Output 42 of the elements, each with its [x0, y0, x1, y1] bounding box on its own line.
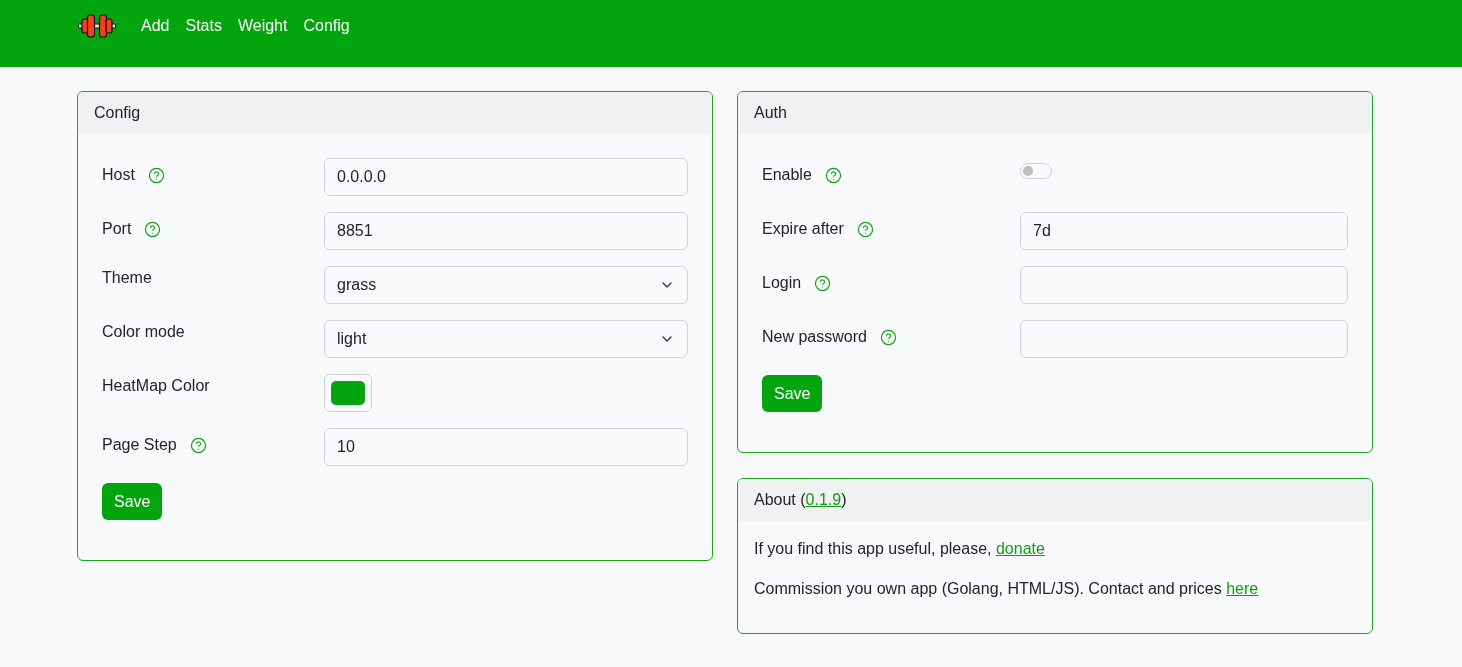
about-text: If you find this app useful, please, donate [754, 539, 1046, 559]
field-label: Login [762, 273, 802, 293]
text-link[interactable]: here [1226, 580, 1259, 597]
help-icon[interactable] [147, 166, 165, 184]
text-link[interactable]: donate [995, 540, 1045, 557]
card-title: Config [94, 103, 141, 123]
password-field[interactable] [1020, 320, 1348, 358]
field-label: Expire after [762, 219, 844, 239]
card-title: Auth [754, 103, 787, 123]
color-picker[interactable] [324, 374, 372, 412]
text-field[interactable] [1020, 266, 1348, 304]
help-icon[interactable] [189, 436, 207, 454]
select-field[interactable]: light [324, 320, 688, 358]
field-label: Enable [762, 165, 812, 185]
nav-link[interactable]: Weight [229, 14, 296, 38]
help-icon[interactable] [856, 220, 874, 238]
field-label: Host [102, 165, 135, 185]
text-field[interactable]: 8851 [324, 212, 688, 250]
nav-link[interactable]: Stats [177, 14, 230, 38]
field-label: Page Step [102, 435, 177, 455]
field-label: New password [762, 327, 867, 347]
select-field[interactable]: grass [324, 266, 688, 304]
card-title: About (0.1.9) [754, 490, 847, 510]
field-label: HeatMap Color [102, 376, 210, 396]
text-link[interactable]: 0.1.9 [805, 491, 842, 508]
help-icon[interactable] [879, 328, 897, 346]
toggle-switch[interactable] [1020, 163, 1052, 179]
field-label: Color mode [102, 322, 185, 342]
field-label: Port [102, 219, 132, 239]
help-icon[interactable] [144, 220, 162, 238]
help-icon[interactable] [824, 166, 842, 184]
text-field[interactable]: 10 [324, 428, 688, 466]
about-text: Commission you own app (Golang, HTML/JS). Contact and prices here [754, 579, 1260, 599]
dumbbell-icon[interactable] [78, 14, 116, 38]
nav-link[interactable]: Config [295, 14, 358, 38]
save-button[interactable]: Save [762, 375, 823, 412]
text-field[interactable]: 7d [1020, 212, 1348, 250]
field-label: Theme [102, 268, 152, 288]
help-icon[interactable] [814, 274, 832, 292]
text-field[interactable]: 0.0.0.0 [324, 158, 688, 196]
nav-link[interactable]: Add [133, 14, 178, 38]
save-button[interactable]: Save [102, 483, 163, 520]
